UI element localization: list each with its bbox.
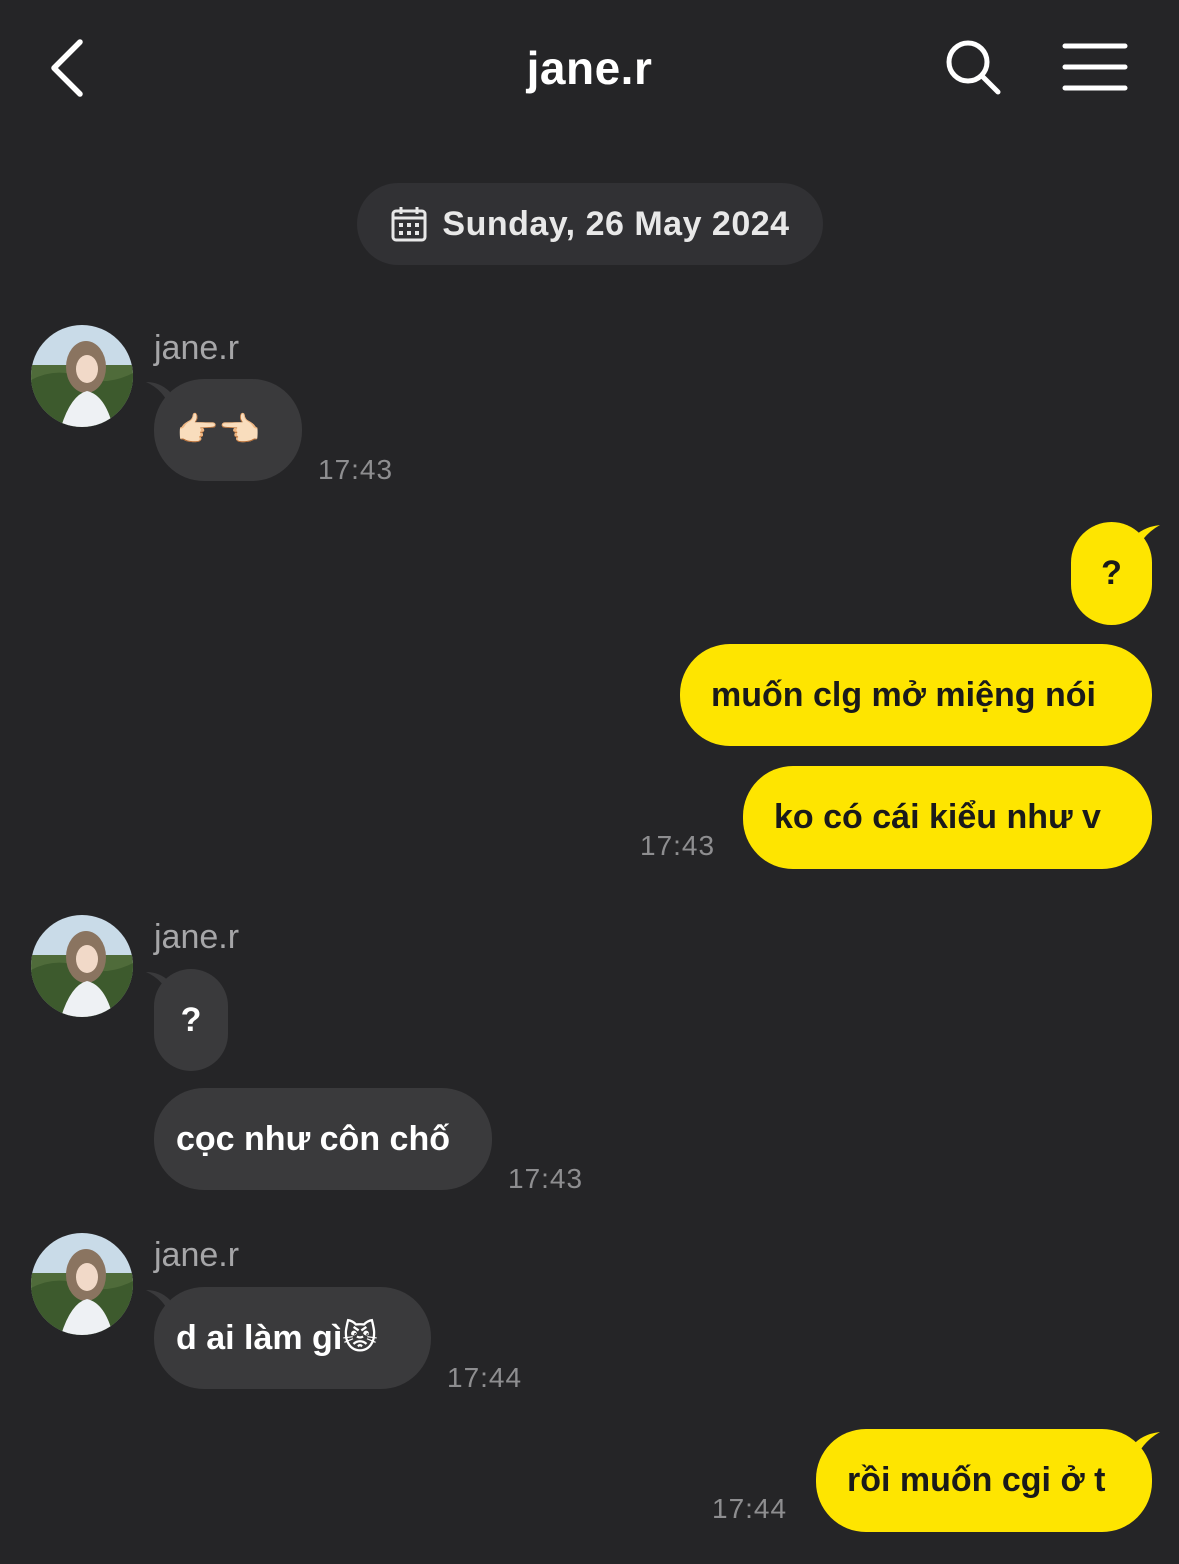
message-time: 17:43 — [640, 830, 716, 861]
message-bubble[interactable]: d ai làm gì😾 — [154, 1287, 431, 1389]
message-bubble[interactable]: muốn clg mở miệng nói — [680, 644, 1152, 746]
message-time: 17:44 — [447, 1362, 523, 1393]
sender-name: jane.r — [154, 329, 240, 367]
message-bubble[interactable]: ko có cái kiểu như v — [743, 766, 1152, 869]
message-text: ko có cái kiểu như v — [774, 798, 1101, 836]
message-time: 17:43 — [318, 454, 394, 485]
date-divider-text: Sunday, 26 May 2024 — [442, 204, 790, 243]
avatar[interactable] — [31, 1233, 133, 1335]
message-bubble[interactable]: ? — [154, 969, 228, 1071]
avatar-photo — [31, 325, 133, 427]
avatar-photo — [31, 915, 133, 1017]
message-text: muốn clg mở miệng nói — [711, 675, 1096, 714]
hamburger-menu-icon — [1062, 43, 1128, 91]
message-text: cọc như côn chố — [176, 1119, 450, 1158]
message-bubble[interactable]: rồi muốn cgi ở t — [816, 1429, 1152, 1532]
message-time: 17:44 — [712, 1493, 788, 1524]
message-bubble[interactable]: 👉🏻👈🏻 — [154, 379, 302, 481]
search-icon — [946, 40, 1001, 95]
message-text: 👉🏻👈🏻 — [176, 411, 261, 449]
message-text: ? — [1101, 554, 1122, 592]
sender-name: jane.r — [154, 1236, 240, 1274]
avatar-photo — [31, 1233, 133, 1335]
message-text: d ai làm gì😾 — [176, 1319, 378, 1357]
message-text: rồi muốn cgi ở t — [847, 1461, 1106, 1499]
search-button[interactable] — [940, 36, 1006, 100]
message-time: 17:43 — [508, 1163, 584, 1194]
date-divider: Sunday, 26 May 2024 — [357, 183, 823, 265]
avatar[interactable] — [31, 915, 133, 1017]
message-bubble[interactable]: ? — [1071, 522, 1152, 625]
message-bubble[interactable]: cọc như côn chố — [154, 1088, 492, 1190]
avatar[interactable] — [31, 325, 133, 427]
calendar-icon — [391, 207, 427, 242]
sender-name: jane.r — [154, 918, 240, 956]
chat-title-text: jane.r — [526, 42, 653, 94]
message-text: ? — [180, 1000, 202, 1039]
menu-button[interactable] — [1060, 38, 1130, 98]
chat-screen: jane.r Sunday, 26 May 2024 jane.r 👉🏻👈🏻 1… — [0, 0, 1179, 1564]
